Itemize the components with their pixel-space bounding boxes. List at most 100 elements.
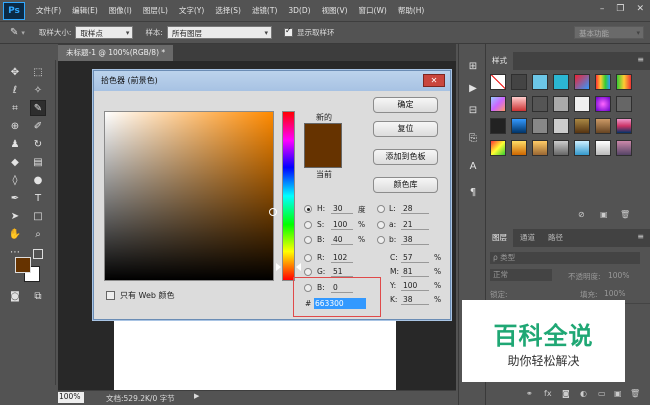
b-field[interactable]: 38 [401, 234, 429, 245]
default-colors-icon[interactable] [33, 249, 43, 259]
hex-field[interactable]: 663300 [314, 298, 366, 309]
rectangle-tool-icon[interactable]: □ [30, 208, 46, 224]
style-swatch[interactable] [511, 96, 527, 112]
style-swatch[interactable] [595, 96, 611, 112]
tool-preset-dropdown-icon[interactable]: ▾ [21, 29, 25, 37]
clone-stamp-tool-icon[interactable]: ♟ [7, 136, 23, 152]
screen-mode-icon[interactable]: ⧉ [30, 288, 46, 304]
tab-channels[interactable]: 通道 [514, 229, 541, 247]
gradient-tool-icon[interactable]: ▤ [30, 154, 46, 170]
style-swatch[interactable] [490, 118, 506, 134]
crop-tool-icon[interactable]: ⌗ [7, 100, 23, 116]
sample-select[interactable]: 所有图层 [166, 26, 272, 40]
magic-wand-tool-icon[interactable]: ✧ [30, 82, 46, 98]
style-swatch[interactable] [595, 118, 611, 134]
actions-panel-icon[interactable]: ▶ [465, 80, 481, 96]
type-tool-icon[interactable]: T [30, 190, 46, 206]
link-layers-icon[interactable]: ⚭ [526, 389, 533, 398]
paragraph-panel-icon[interactable]: ¶ [465, 184, 481, 200]
menu-edit[interactable]: 编辑(E) [72, 5, 98, 16]
layer-style-icon[interactable]: fx [544, 389, 552, 398]
style-swatch[interactable] [574, 74, 590, 90]
clone-source-panel-icon[interactable]: ⎘ [465, 130, 481, 146]
document-tab[interactable]: 未标题-1 @ 100%(RGB/8) * [58, 45, 174, 61]
menu-window[interactable]: 窗口(W) [359, 5, 387, 16]
menu-image[interactable]: 图像(I) [109, 5, 132, 16]
zoom-field[interactable]: 100% [58, 392, 84, 403]
green-radio[interactable] [304, 268, 312, 276]
panel-menu-icon[interactable]: ≡ [637, 55, 644, 64]
minimize-icon[interactable]: – [600, 4, 605, 14]
style-swatch[interactable] [532, 96, 548, 112]
lightness-field[interactable]: 28 [401, 203, 429, 214]
dodge-tool-icon[interactable]: ● [30, 172, 46, 188]
menu-3d[interactable]: 3D(D) [288, 6, 310, 15]
brightness-field[interactable]: 40 [331, 234, 353, 245]
delete-layer-icon[interactable]: 🗑 [630, 389, 640, 398]
delete-style-icon[interactable]: 🗑 [620, 210, 630, 219]
style-swatch[interactable] [553, 118, 569, 134]
hue-slider[interactable] [282, 111, 295, 281]
lasso-tool-icon[interactable]: ℓ [7, 82, 23, 98]
red-radio[interactable] [304, 254, 312, 262]
style-swatch[interactable] [511, 74, 527, 90]
style-swatch[interactable] [616, 74, 632, 90]
cyan-field[interactable]: 57 [401, 252, 429, 263]
hand-tool-icon[interactable]: ✋ [7, 226, 23, 242]
saturation-radio[interactable] [304, 221, 312, 229]
pen-tool-icon[interactable]: ✒ [7, 190, 23, 206]
menu-help[interactable]: 帮助(H) [398, 5, 425, 16]
ok-button[interactable]: 确定 [373, 97, 438, 113]
hue-slider-right-arrow[interactable] [296, 263, 301, 271]
character-panel-icon[interactable]: A [465, 158, 481, 174]
menu-view[interactable]: 视图(V) [322, 5, 348, 16]
sample-size-select[interactable]: 取样点 [75, 26, 134, 40]
style-swatch[interactable] [490, 74, 506, 90]
workspace-select[interactable]: 基本功能 [574, 26, 644, 40]
green-field[interactable]: 51 [331, 266, 353, 277]
color-field[interactable] [104, 111, 274, 281]
style-swatch[interactable] [511, 140, 527, 156]
menu-layer[interactable]: 图层(L) [143, 5, 168, 16]
style-swatch[interactable] [553, 96, 569, 112]
hue-field[interactable]: 30 [331, 203, 353, 214]
eyedropper-tool-icon[interactable]: ✎ [30, 100, 46, 116]
path-selection-tool-icon[interactable]: ➤ [7, 208, 23, 224]
blur-tool-icon[interactable]: ◊ [7, 172, 23, 188]
menu-type[interactable]: 文字(Y) [179, 5, 204, 16]
move-tool-icon[interactable]: ✥ [7, 64, 23, 80]
style-swatch[interactable] [553, 74, 569, 90]
clear-style-icon[interactable]: ⊘ [578, 210, 585, 219]
style-swatch[interactable] [595, 74, 611, 90]
color-libraries-button[interactable]: 颜色库 [373, 177, 438, 193]
style-swatch[interactable] [574, 96, 590, 112]
style-swatch[interactable] [511, 118, 527, 134]
style-swatch[interactable] [616, 118, 632, 134]
hue-radio[interactable] [304, 205, 312, 213]
dialog-close-button[interactable]: ✕ [423, 74, 445, 87]
yellow-field[interactable]: 100 [401, 280, 429, 291]
new-layer-icon[interactable]: ▣ [614, 389, 622, 398]
style-swatch[interactable] [574, 118, 590, 134]
foreground-color-swatch[interactable] [15, 257, 31, 273]
style-swatch[interactable] [490, 96, 506, 112]
eraser-tool-icon[interactable]: ◆ [7, 154, 23, 170]
restore-icon[interactable]: ❐ [616, 4, 624, 14]
menu-select[interactable]: 选择(S) [215, 5, 241, 16]
tab-styles[interactable]: 样式 [486, 52, 513, 70]
b-radio[interactable] [377, 236, 385, 244]
new-style-icon[interactable]: ▣ [600, 210, 608, 219]
marquee-tool-icon[interactable]: ⬚ [30, 64, 46, 80]
eyedropper-icon[interactable]: ✎ [10, 27, 18, 38]
fill-value[interactable]: 100% [604, 289, 625, 298]
properties-panel-icon[interactable]: ⊟ [465, 102, 481, 118]
style-swatch[interactable] [532, 118, 548, 134]
color-field-marker[interactable] [269, 208, 277, 216]
style-swatch[interactable] [616, 96, 632, 112]
document-canvas[interactable] [114, 316, 396, 400]
history-brush-tool-icon[interactable]: ↻ [30, 136, 46, 152]
style-swatch[interactable] [616, 140, 632, 156]
style-swatch[interactable] [532, 140, 548, 156]
saturation-field[interactable]: 100 [331, 219, 353, 230]
brightness-radio[interactable] [304, 236, 312, 244]
